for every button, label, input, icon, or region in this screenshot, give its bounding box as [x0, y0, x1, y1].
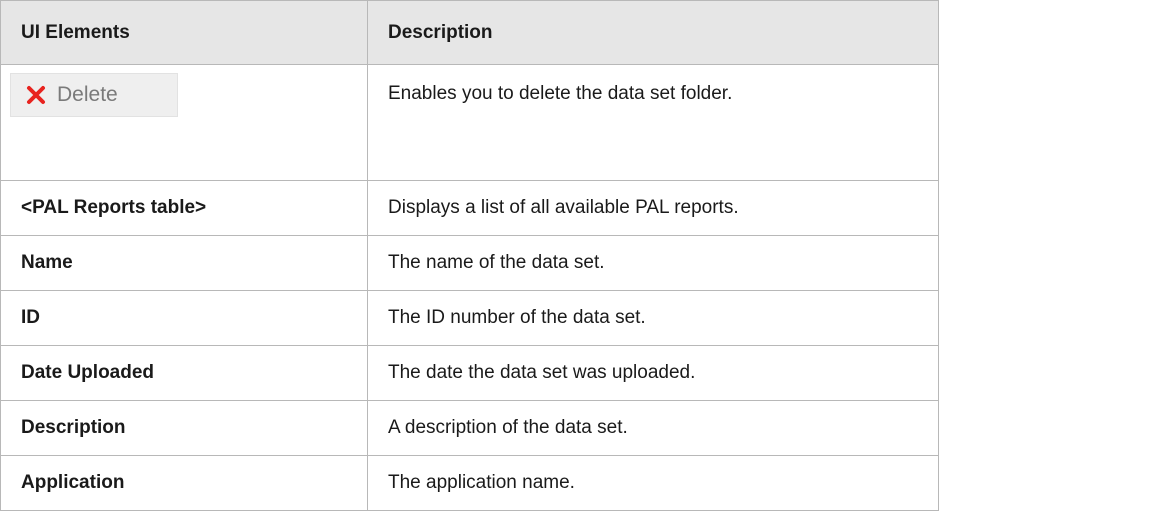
- description-cell: Displays a list of all available PAL rep…: [367, 180, 939, 236]
- ui-element-cell: Application: [0, 455, 368, 511]
- close-icon: [27, 86, 45, 104]
- description-cell: The date the data set was uploaded.: [367, 345, 939, 401]
- ui-element-cell: Description: [0, 400, 368, 456]
- description-cell: A description of the data set.: [367, 400, 939, 456]
- table-row: Application The application name.: [0, 455, 939, 511]
- header-ui-elements: UI Elements: [0, 0, 368, 65]
- delete-button[interactable]: Delete: [10, 73, 178, 117]
- ui-element-cell: Name: [0, 235, 368, 291]
- ui-element-cell: <PAL Reports table>: [0, 180, 368, 236]
- ui-element-cell: Date Uploaded: [0, 345, 368, 401]
- ui-element-cell: ID: [0, 290, 368, 346]
- table-row-delete: Delete Enables you to delete the data se…: [0, 64, 939, 181]
- ui-element-cell: Delete: [0, 64, 368, 181]
- description-cell: The application name.: [367, 455, 939, 511]
- description-cell: The ID number of the data set.: [367, 290, 939, 346]
- ui-elements-table: UI Elements Description Delete Enables y…: [0, 0, 939, 511]
- description-cell: Enables you to delete the data set folde…: [367, 64, 939, 181]
- table-row: Description A description of the data se…: [0, 400, 939, 456]
- table-row: <PAL Reports table> Displays a list of a…: [0, 180, 939, 236]
- description-cell: The name of the data set.: [367, 235, 939, 291]
- delete-button-label: Delete: [57, 83, 118, 106]
- table-row: Name The name of the data set.: [0, 235, 939, 291]
- table-row: Date Uploaded The date the data set was …: [0, 345, 939, 401]
- header-description: Description: [367, 0, 939, 65]
- table-row: ID The ID number of the data set.: [0, 290, 939, 346]
- table-header-row: UI Elements Description: [0, 0, 939, 65]
